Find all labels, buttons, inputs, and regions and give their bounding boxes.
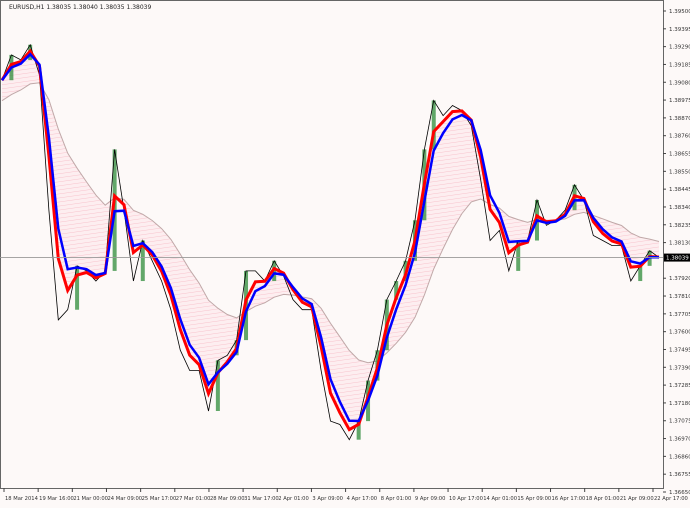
y-tick-label: 1.38870 bbox=[669, 116, 690, 122]
y-tick-label: 1.37705 bbox=[669, 312, 690, 318]
y-tick-label: 1.38130 bbox=[669, 241, 690, 247]
x-tick-label: 24 Mar 09:00 bbox=[107, 496, 142, 502]
x-tick-label: 22 Apr 17:00 bbox=[654, 496, 688, 502]
current-price-label: 1.38039 bbox=[666, 256, 689, 262]
chart-window: 1.39500 1.39395 1.39290 1.39185 1.39080 1.389… bbox=[0, 0, 690, 508]
x-tick-label: 15 Apr 09:00 bbox=[517, 496, 551, 502]
y-tick-label: 1.38340 bbox=[669, 205, 690, 211]
x-tick-label: 18 Mar 2014 bbox=[5, 496, 39, 502]
y-tick-label: 1.38550 bbox=[669, 169, 690, 175]
y-tick-label: 1.39290 bbox=[669, 45, 690, 51]
y-tick-label: 1.36860 bbox=[669, 454, 690, 460]
y-tick-label: 1.37285 bbox=[669, 383, 690, 389]
ma-cloud-fill bbox=[2, 51, 659, 430]
x-tick-label: 21 Apr 09:00 bbox=[620, 496, 654, 502]
x-tick-label: 2 Apr 01:00 bbox=[278, 496, 309, 502]
x-tick-label: 14 Apr 01:00 bbox=[483, 496, 517, 502]
x-tick-label: 31 Mar 17:00 bbox=[244, 496, 279, 502]
y-tick-label: 1.37600 bbox=[669, 330, 690, 336]
x-tick-label: 27 Mar 01:00 bbox=[176, 496, 211, 502]
x-tick-label: 4 Apr 17:00 bbox=[347, 496, 378, 502]
y-tick-label: 1.36970 bbox=[669, 437, 690, 443]
y-tick-label: 1.37920 bbox=[669, 276, 690, 282]
x-tick-label: 18 Apr 01:00 bbox=[586, 496, 620, 502]
x-tick-label: 8 Apr 01:00 bbox=[381, 496, 412, 502]
y-tick-label: 1.39080 bbox=[669, 80, 690, 86]
y-tick-label: 1.37180 bbox=[669, 401, 690, 407]
y-tick-label: 1.38235 bbox=[669, 223, 690, 229]
y-tick-label: 1.38975 bbox=[669, 98, 690, 104]
x-tick-label: 19 Mar 16:00 bbox=[39, 496, 74, 502]
y-tick-label: 1.39185 bbox=[669, 62, 690, 68]
x-tick-label: 16 Apr 17:00 bbox=[552, 496, 586, 502]
y-tick-label: 1.38445 bbox=[669, 187, 690, 193]
y-tick-label: 1.39395 bbox=[669, 27, 690, 33]
x-tick-label: 3 Apr 09:00 bbox=[312, 496, 343, 502]
x-tick-label: 21 Mar 00:00 bbox=[73, 496, 108, 502]
x-tick-label: 25 Mar 17:00 bbox=[142, 496, 177, 502]
x-tick-label: 28 Mar 09:00 bbox=[210, 496, 245, 502]
y-tick-label: 1.38760 bbox=[669, 134, 690, 140]
y-tick-label: 1.39500 bbox=[669, 9, 690, 15]
y-tick-label: 1.37810 bbox=[669, 294, 690, 300]
y-tick-label: 1.37075 bbox=[669, 419, 690, 425]
y-tick-label: 1.37390 bbox=[669, 365, 690, 371]
y-tick-label: 1.36755 bbox=[669, 472, 690, 478]
price-chart[interactable]: 1.39500 1.39395 1.39290 1.39185 1.39080 1.389… bbox=[0, 0, 690, 508]
x-tick-label: 9 Apr 09:00 bbox=[415, 496, 446, 502]
chart-title: EURUSD,H1 1.38035 1.38040 1.38035 1.3803… bbox=[9, 4, 152, 11]
x-tick-label: 10 Apr 17:00 bbox=[449, 496, 483, 502]
y-tick-label: 1.38655 bbox=[669, 152, 690, 158]
y-tick-label: 1.37495 bbox=[669, 347, 690, 353]
